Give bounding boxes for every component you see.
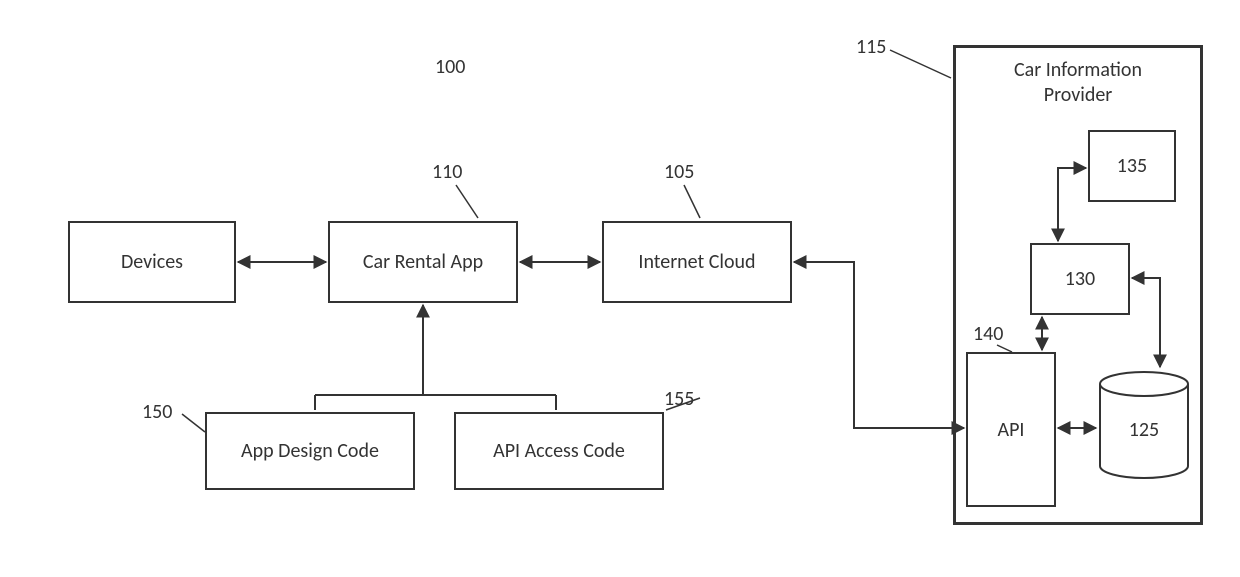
box-car-rental-app: Car Rental App [328,221,518,303]
box-app-design-code-label: App Design Code [241,439,379,463]
box-internet-cloud: Internet Cloud [602,221,792,303]
svg-text:125: 125 [1129,418,1159,442]
cylinder-125: 125 [1098,370,1190,486]
box-devices: Devices [68,221,236,303]
box-api: API [966,352,1056,507]
box-devices-label: Devices [121,250,183,274]
ref-155: 155 [664,387,694,411]
box-130-label: 130 [1065,267,1095,291]
box-api-access-code: API Access Code [454,412,664,490]
box-car-rental-app-label: Car Rental App [363,250,483,274]
ref-150: 150 [142,400,172,424]
diagram-stage: 100 110 105 115 150 155 140 Devices Car … [0,0,1240,577]
provider-title-line2: Provider [1044,83,1113,107]
provider-title-line1: Car Information [1014,58,1142,82]
box-135: 135 [1088,130,1176,202]
box-app-design-code: App Design Code [205,412,415,490]
box-130: 130 [1030,243,1130,315]
ref-115: 115 [856,35,886,59]
box-internet-cloud-label: Internet Cloud [638,250,755,274]
box-api-label: API [998,418,1025,442]
ref-100: 100 [435,55,465,79]
ref-105: 105 [664,160,694,184]
provider-title: Car Information Provider [956,58,1200,108]
ref-110: 110 [432,160,462,184]
box-api-access-code-label: API Access Code [493,439,625,463]
box-135-label: 135 [1117,154,1147,178]
